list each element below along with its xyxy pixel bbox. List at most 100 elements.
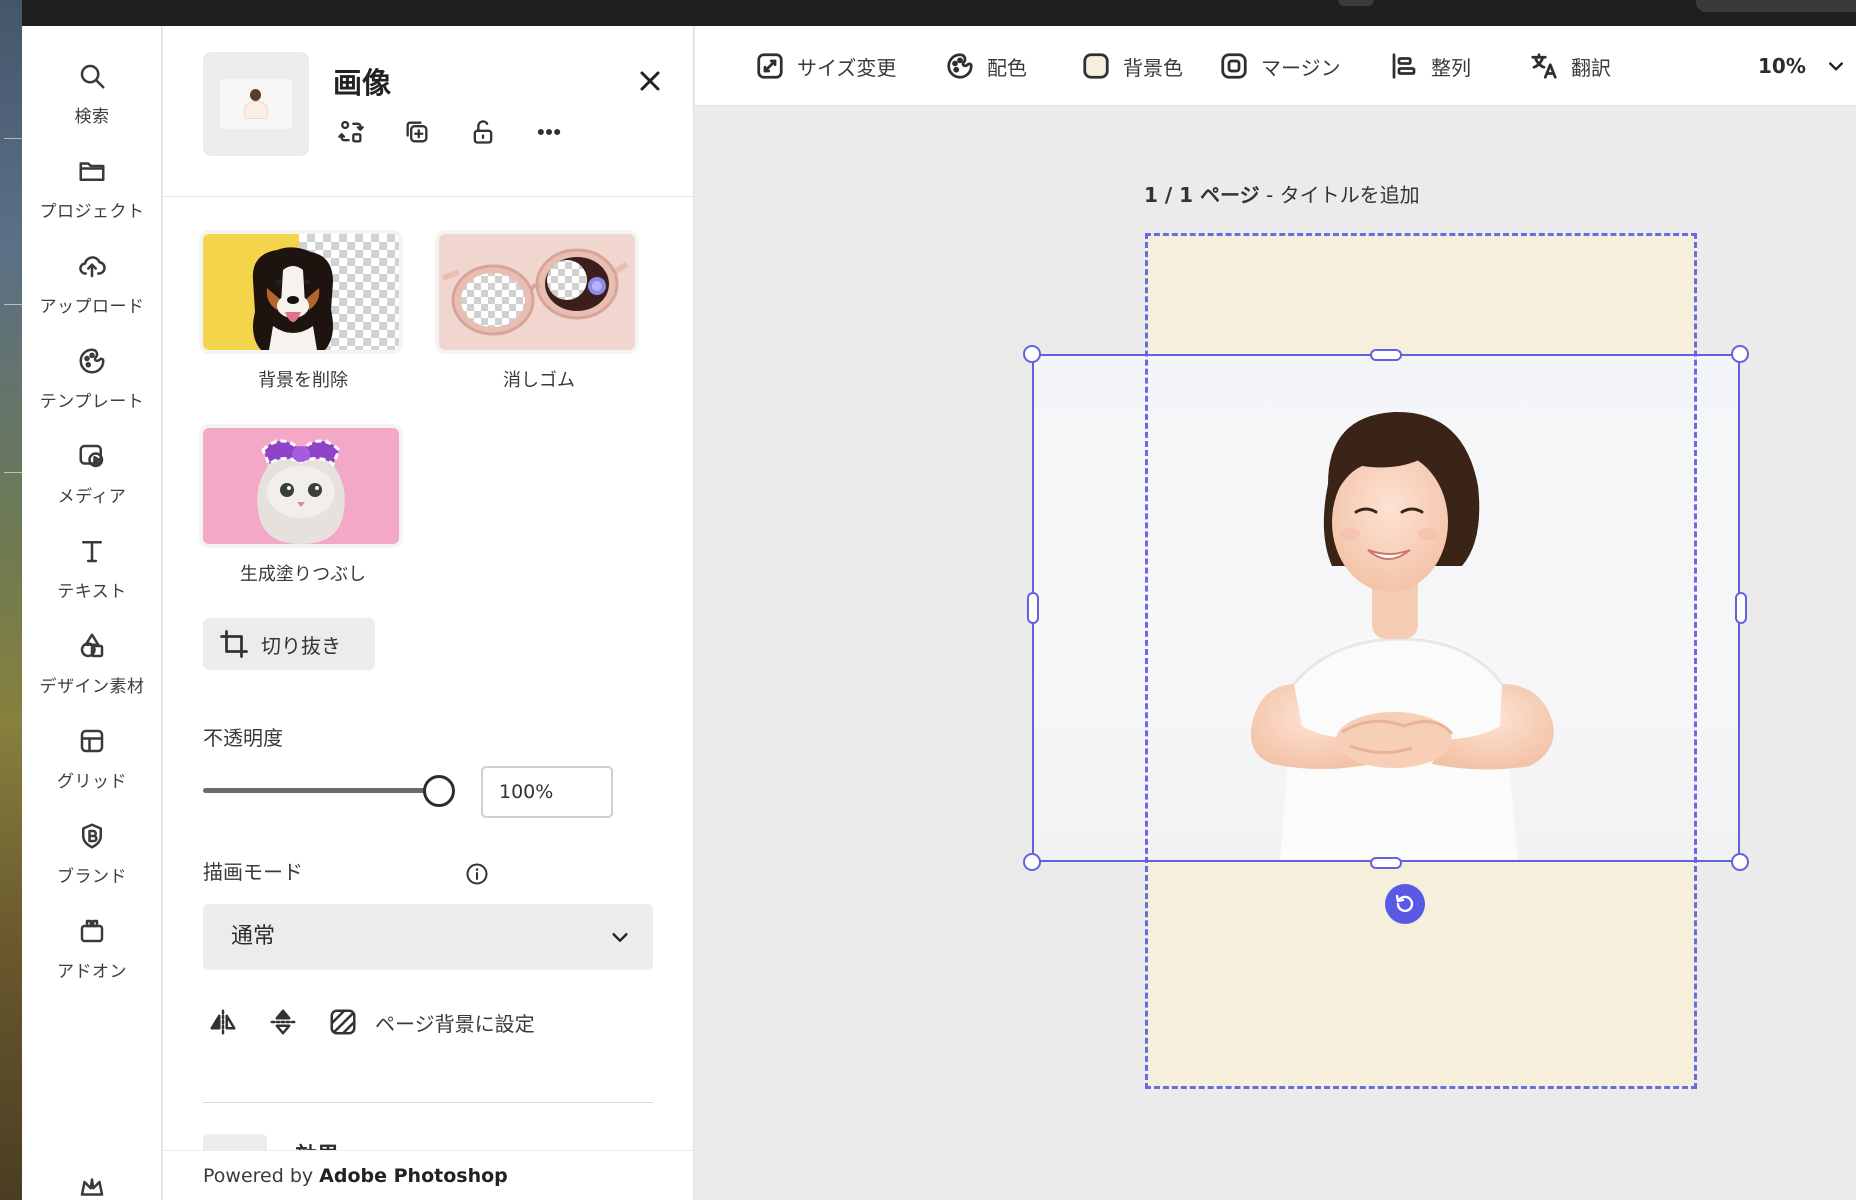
template-icon <box>74 343 110 379</box>
eraser-preview <box>439 234 635 350</box>
editor-app: 検索 プロジェクト アップロード テンプレート メディア テキスト デザイン素材 <box>22 26 1856 1200</box>
thumbnail-image <box>220 79 292 129</box>
flip-horizontal-icon <box>210 1009 236 1035</box>
powered-prefix: Powered by <box>203 1165 320 1187</box>
opacity-slider-thumb[interactable] <box>423 775 455 807</box>
rail-item-projects[interactable]: プロジェクト <box>22 135 162 231</box>
replace-image-button[interactable] <box>333 114 369 150</box>
divider <box>163 196 693 197</box>
rail-label: テンプレート <box>39 392 145 412</box>
rail-item-search[interactable]: 検索 <box>22 40 162 136</box>
close-icon <box>640 71 660 91</box>
rail-item-text[interactable]: テキスト <box>22 515 162 611</box>
more-icon <box>537 128 561 136</box>
crop-label: 切り抜き <box>261 633 341 658</box>
crop-icon <box>220 630 248 658</box>
duplicate-button[interactable] <box>399 114 435 150</box>
rail-label: アドオン <box>57 962 127 982</box>
left-icon-rail: 検索 プロジェクト アップロード テンプレート メディア テキスト デザイン素材 <box>22 26 162 1200</box>
media-icon <box>74 438 110 474</box>
translate-button[interactable]: 翻訳 <box>1529 46 1611 86</box>
folder-icon <box>74 153 110 189</box>
resize-handle-left[interactable] <box>1027 592 1039 624</box>
resize-button[interactable]: サイズ変更 <box>755 46 896 86</box>
set-page-background-label[interactable]: ページ背景に設定 <box>375 1008 535 1037</box>
resize-handle-top-right[interactable] <box>1731 345 1749 363</box>
toolbar-label: 配色 <box>987 55 1027 80</box>
shapes-icon <box>74 628 110 664</box>
resize-handle-bottom-left[interactable] <box>1023 853 1041 871</box>
margin-button[interactable]: マージン <box>1219 46 1341 86</box>
lock-button[interactable] <box>465 114 501 150</box>
blend-mode-select[interactable]: 通常 <box>203 904 653 970</box>
zoom-dropdown[interactable]: 10% <box>1758 46 1846 86</box>
eraser-card[interactable]: 消しゴム <box>439 234 639 392</box>
more-options-button[interactable] <box>531 114 567 150</box>
generative-fill-card[interactable]: 生成塗りつぶし <box>203 428 403 586</box>
canvas-toolbar: サイズ変更 配色 背景色 マージン 整列 翻訳 10% <box>695 26 1856 106</box>
powered-by-footer: Powered by Adobe Photoshop <box>163 1150 693 1200</box>
rotate-button[interactable] <box>1385 884 1425 924</box>
text-icon <box>74 533 110 569</box>
page-title-bar[interactable]: 1 / 1 ページ - タイトルを追加 <box>1144 179 1420 208</box>
duplicate-icon <box>406 121 428 143</box>
addon-icon <box>74 913 110 949</box>
wallpaper-line <box>4 472 22 473</box>
remove-background-preview <box>203 234 399 350</box>
rail-label: デザイン素材 <box>39 677 145 697</box>
close-panel-button[interactable] <box>633 64 667 98</box>
window-top-bar <box>0 0 1856 26</box>
rail-item-brand[interactable]: ブランド <box>22 800 162 896</box>
toolbar-label: マージン <box>1261 55 1341 80</box>
rail-label: グリッド <box>57 772 127 792</box>
background-color-swatch-icon <box>1083 53 1109 79</box>
rail-item-more[interactable] <box>22 1166 162 1200</box>
rail-item-addons[interactable]: アドオン <box>22 895 162 991</box>
desktop-wallpaper-edge <box>0 0 22 1200</box>
rail-label: 検索 <box>74 107 110 127</box>
color-scheme-button[interactable]: 配色 <box>945 46 1027 86</box>
resize-handle-top-left[interactable] <box>1023 345 1041 363</box>
zoom-value: 10% <box>1758 54 1806 78</box>
background-color-button[interactable]: 背景色 <box>1081 46 1183 86</box>
info-icon[interactable] <box>465 862 489 886</box>
align-button[interactable]: 整列 <box>1389 46 1471 86</box>
remove-background-card[interactable]: 背景を削除 <box>203 234 403 392</box>
chevron-down-icon <box>612 933 628 942</box>
opacity-input[interactable]: 100% <box>481 766 613 818</box>
resize-handle-bottom[interactable] <box>1370 857 1402 869</box>
rotate-icon <box>1395 894 1414 913</box>
flip-vertical-icon <box>270 1009 296 1035</box>
page-title: - タイトルを追加 <box>1259 183 1420 207</box>
rail-item-upload[interactable]: アップロード <box>22 230 162 326</box>
align-left-icon <box>1392 53 1416 79</box>
brand-icon <box>74 818 110 854</box>
rail-item-grid[interactable]: グリッド <box>22 705 162 801</box>
effect-label: 生成塗りつぶし <box>239 564 367 585</box>
crop-button[interactable]: 切り抜き <box>203 618 375 670</box>
rail-item-templates[interactable]: テンプレート <box>22 325 162 421</box>
opacity-label: 不透明度 <box>203 726 283 750</box>
flip-vertical-button[interactable] <box>263 1002 303 1042</box>
resize-handle-top[interactable] <box>1370 349 1402 361</box>
effect-label: 消しゴム <box>503 370 575 391</box>
image-actions: ページ背景に設定 <box>203 1002 535 1042</box>
properties-panel: 画像 背景を削除 消しゴム 生成塗りつぶし 切り抜き 不透明度 100% 描画モ… <box>163 26 694 1200</box>
crown-icon <box>74 1172 110 1200</box>
layer-tools <box>333 114 567 150</box>
set-page-background-button[interactable] <box>323 1002 363 1042</box>
resize-handle-bottom-right[interactable] <box>1731 853 1749 871</box>
resize-handle-right[interactable] <box>1735 592 1747 624</box>
rail-label: アップロード <box>39 297 145 317</box>
opacity-slider-track[interactable] <box>203 788 435 793</box>
design-canvas[interactable]: 1 / 1 ページ - タイトルを追加 <box>695 107 1856 1200</box>
effect-label: 背景を削除 <box>258 370 348 391</box>
margin-icon <box>1221 53 1247 79</box>
flip-horizontal-button[interactable] <box>203 1002 243 1042</box>
rail-item-media[interactable]: メディア <box>22 420 162 516</box>
rail-item-design-assets[interactable]: デザイン素材 <box>22 610 162 706</box>
toolbar-label: 背景色 <box>1123 55 1183 80</box>
palette-icon <box>947 53 973 79</box>
toolbar-label: サイズ変更 <box>797 55 897 80</box>
page-number: 1 / 1 ページ <box>1144 183 1260 207</box>
